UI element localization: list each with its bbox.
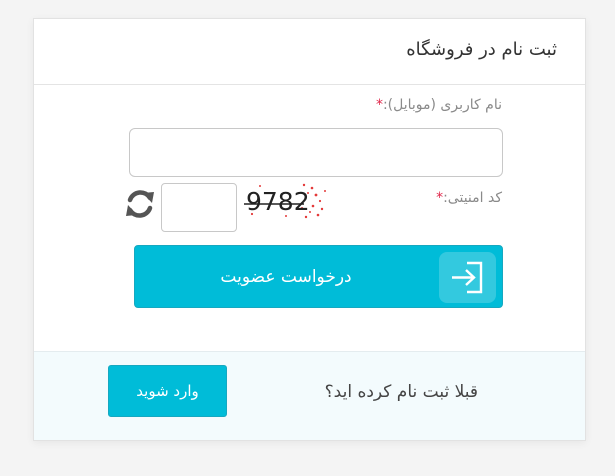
page-title: ثبت نام در فروشگاه bbox=[406, 39, 557, 60]
login-footer: قبلا ثبت نام کرده اید؟ وارد شوید bbox=[34, 351, 585, 440]
captcha-label: کد امنیتی:* bbox=[436, 190, 502, 206]
captcha-label-text: کد امنیتی: bbox=[443, 190, 502, 206]
username-input[interactable] bbox=[129, 128, 503, 177]
already-registered-text: قبلا ثبت نام کرده اید؟ bbox=[324, 382, 478, 402]
login-button[interactable]: وارد شوید bbox=[108, 365, 227, 417]
membership-request-button[interactable]: درخواست عضویت bbox=[134, 245, 503, 308]
username-label-text: نام کاربری (موبایل): bbox=[382, 97, 502, 113]
card-header: ثبت نام در فروشگاه bbox=[34, 19, 585, 85]
captcha-input[interactable] bbox=[161, 183, 237, 232]
captcha-image: 9782 bbox=[244, 183, 326, 219]
captcha-code: 9782 bbox=[246, 187, 310, 216]
username-label: نام کاربری (موبایل):* bbox=[376, 97, 502, 113]
sign-in-icon bbox=[439, 252, 496, 303]
required-mark: * bbox=[375, 97, 383, 113]
submit-label: درخواست عضویت bbox=[220, 266, 352, 287]
refresh-icon[interactable] bbox=[123, 187, 157, 221]
registration-card: ثبت نام در فروشگاه نام کاربری (موبایل):*… bbox=[33, 18, 586, 441]
